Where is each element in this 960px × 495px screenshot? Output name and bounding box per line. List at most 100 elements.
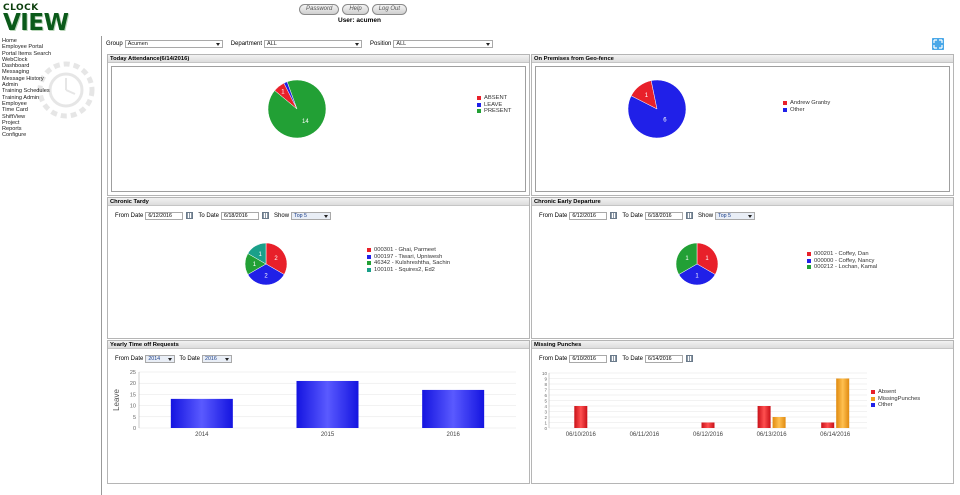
missing-from-label: From Date	[539, 355, 568, 362]
expand-icon[interactable]	[932, 38, 944, 50]
tardy-pie-chart: 2211	[244, 242, 288, 286]
chevron-down-icon	[225, 357, 230, 361]
x-tick-label: 06/11/2016	[630, 432, 660, 438]
y-tick-label: 8	[544, 382, 547, 387]
legend-swatch	[477, 109, 481, 114]
attendance-pie-chart: 114	[267, 79, 327, 139]
legend-swatch	[871, 390, 875, 395]
timeoff-from-label: From Date	[115, 355, 144, 362]
timeoff-title: Yearly Time off Requests	[108, 341, 529, 349]
legend-swatch	[367, 248, 371, 253]
x-tick-label: 06/14/2016	[820, 432, 851, 438]
bar-2016	[422, 389, 485, 428]
y-tick-label: 25	[130, 370, 136, 376]
bar-2015	[296, 380, 359, 428]
department-label: Department	[230, 40, 263, 47]
legend-swatch	[871, 396, 875, 401]
legend-label: 000212 - Lochan, Kamal	[814, 264, 878, 270]
department-select-value: ALL	[267, 40, 277, 47]
early-title: Chronic Early Departure	[532, 198, 953, 206]
attendance-chart-area: 1 14 ABSENT LEAVE PRESENT	[111, 66, 526, 192]
tardy-from-label: From Date	[115, 212, 144, 219]
y-tick-label: 0	[544, 426, 547, 431]
early-to-date-input[interactable]: 6/18/2016	[645, 211, 684, 220]
group-select[interactable]: Acumen	[124, 39, 223, 48]
legend-swatch	[477, 96, 481, 101]
x-tick-label: 06/10/2016	[566, 432, 597, 438]
timeoff-chart-area: From Date 2014 To Date 2016 0 5 10 15 20 25 Le…	[111, 352, 526, 480]
bar-Absent-06/10/2016	[574, 406, 588, 428]
tardy-controls: From Date 6/12/2016 To Date 6/18/2016 Sh…	[113, 211, 332, 220]
password-button[interactable]: Password	[299, 4, 340, 15]
geofence-panel: On Premises from Geo-fence 16 Andrew Gra…	[531, 54, 954, 196]
bar-Absent-06/14/2016	[821, 422, 835, 428]
missing-controls: From Date 6/10/2016 To Date 6/14/2016	[537, 354, 696, 363]
legend-swatch	[367, 267, 371, 272]
geofence-legend: Andrew Granby Other	[783, 100, 830, 113]
x-tick-label: 06/13/2016	[757, 432, 788, 438]
timeoff-panel: Yearly Time off Requests From Date 2014 …	[107, 340, 530, 484]
legend-label: 100101 - Squires2, Ed2	[374, 266, 435, 273]
y-tick-label: 0	[133, 426, 136, 432]
group-select-value: Acumen	[127, 40, 148, 47]
bar-Absent-06/12/2016	[701, 422, 715, 428]
chevron-down-icon	[168, 357, 173, 361]
timeoff-to-select[interactable]: 2016	[202, 354, 233, 363]
early-show-select[interactable]: Top 5	[715, 211, 756, 220]
sidebar-item-configure[interactable]: Configure	[2, 132, 98, 138]
y-tick-label: 3	[544, 409, 547, 414]
y-tick-label: 7	[544, 387, 547, 392]
tardy-show-select[interactable]: Top 5	[291, 211, 332, 220]
filter-bar: Group Acumen Department ALL Position ALL	[106, 39, 494, 48]
department-select[interactable]: ALL	[264, 39, 363, 48]
pie-slice-label: 14	[302, 119, 309, 125]
legend-swatch	[807, 252, 811, 257]
position-label: Position	[370, 40, 392, 47]
calendar-icon[interactable]	[686, 212, 694, 219]
y-tick-label: 9	[544, 376, 547, 381]
legend-item-other: Other	[871, 402, 920, 409]
tardy-to-date-input[interactable]: 6/18/2016	[221, 211, 260, 220]
legend-item-squires: 100101 - Squires2, Ed2	[367, 267, 450, 274]
tardy-panel: Chronic Tardy From Date 6/12/2016 To Dat…	[107, 197, 530, 339]
attendance-title: Today Attendance(6/14/2016)	[108, 55, 529, 63]
early-from-date-input[interactable]: 6/12/2016	[569, 211, 608, 220]
calendar-icon[interactable]	[610, 355, 618, 362]
y-tick-label: 4	[544, 404, 547, 409]
calendar-icon[interactable]	[262, 212, 270, 219]
timeoff-from-select[interactable]: 2014	[145, 354, 176, 363]
attendance-panel: Today Attendance(6/14/2016) 1 14 ABSENT L…	[107, 54, 530, 196]
user-label: User: acumen	[338, 17, 381, 24]
tardy-to-label: To Date	[198, 212, 220, 219]
tardy-legend: 000301 - Ghai, Parmeet 000197 - Tiwari, …	[367, 247, 450, 273]
calendar-icon[interactable]	[686, 355, 694, 362]
missing-from-date-input[interactable]: 6/10/2016	[569, 354, 608, 363]
timeoff-bar-chart: 0 5 10 15 20 25 Leave 2014 2015 2016	[112, 370, 516, 438]
timeoff-controls: From Date 2014 To Date 2016	[113, 354, 233, 363]
bar-MissingPunches-06/14/2016	[836, 378, 850, 428]
calendar-icon[interactable]	[186, 212, 194, 219]
missing-panel: Missing Punches From Date 6/10/2016 To D…	[531, 340, 954, 484]
y-tick-label: 15	[130, 392, 136, 398]
clockview-logo[interactable]: CLOCK VIEW	[3, 4, 83, 36]
missing-legend: Absent MissingPunches Other	[871, 389, 920, 409]
x-tick-label: 2016	[446, 432, 460, 438]
tardy-from-date-input[interactable]: 6/12/2016	[145, 211, 184, 220]
help-button[interactable]: Help	[342, 4, 369, 15]
calendar-icon[interactable]	[610, 212, 618, 219]
early-controls: From Date 6/12/2016 To Date 6/18/2016 Sh…	[537, 211, 756, 220]
legend-swatch	[807, 265, 811, 270]
x-tick-label: 2015	[321, 432, 335, 438]
x-tick-label: 06/12/2016	[693, 432, 724, 438]
y-tick-label: 5	[544, 398, 547, 403]
logout-button[interactable]: Log Out	[371, 4, 408, 15]
position-select[interactable]: ALL	[393, 39, 494, 48]
legend-swatch	[783, 101, 787, 106]
legend-item-lochan: 000212 - Lochan, Kamal	[807, 264, 877, 271]
missing-to-date-input[interactable]: 6/14/2016	[645, 354, 684, 363]
early-show-label: Show	[698, 212, 714, 219]
early-to-label: To Date	[622, 212, 644, 219]
tardy-chart-area: From Date 6/12/2016 To Date 6/18/2016 Sh…	[111, 209, 526, 335]
legend-item-other: Other	[783, 107, 830, 114]
early-pie-chart: 111	[675, 242, 719, 286]
